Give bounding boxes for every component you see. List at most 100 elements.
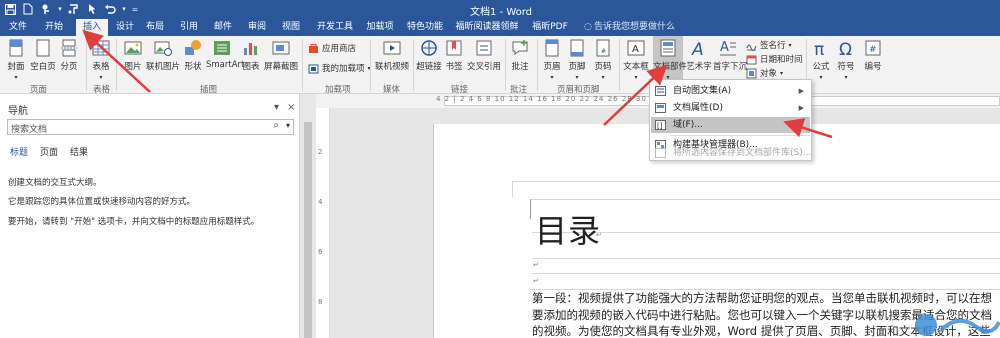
hyperlink-label: 超链接 [416,62,442,72]
online-pictures-button[interactable]: 联机图片 [146,38,180,72]
ribbon-separator [413,39,414,91]
footer-label: 页脚 [568,62,586,72]
tab-review[interactable]: 审阅 [244,18,270,36]
wordart-button[interactable]: A 艺术字 [686,38,712,72]
header-button[interactable]: 页眉 ▾ [541,38,563,82]
tab-design[interactable]: 设计 [112,18,138,36]
object-label: 对象 [760,69,778,79]
menu-item-autotext[interactable]: 自动图文集(A) ▶ [651,83,810,99]
tab-view[interactable]: 视图 [278,18,304,36]
cover-page-button[interactable]: 封面 ▾ [4,38,28,82]
calendar-icon [746,55,757,64]
bookmark-label: 书签 [445,62,463,72]
nav-tab-results[interactable]: 结果 [70,145,88,158]
ribbon-tabs: 文件 开始 插入 设计 布局 引用 邮件 审阅 视图 开发工具 加载项 特色功能… [0,18,1000,50]
nav-tab-pages[interactable]: 页面 [40,145,58,158]
object-button[interactable]: 对象 ▾ [746,67,783,79]
symbol-label: 符号 [837,62,855,72]
grid-line [532,258,1000,259]
tab-foxit-reader[interactable]: 福昕阅读器领鲜版 [452,18,522,50]
nav-search-input[interactable]: 搜索文档 ⌕ ▾ [7,119,294,135]
quick-parts-label: 文档部件 [653,62,688,72]
svg-text:#: # [869,45,877,55]
scrollbar-thumb[interactable] [304,122,312,338]
save-selection-label: 将所选内容保存到文档部件库(S)... [673,148,812,158]
body-line: 第一段：视频提供了功能强大的方法帮助您证明您的观点。当您单击联机视频时，可以在想 [532,291,992,305]
screenshot-button[interactable]: 屏幕截图 [264,38,298,72]
tab-insert[interactable]: 插入 [76,19,108,36]
cross-reference-button[interactable]: 交叉引用 [466,38,502,72]
nav-pane-scrollbar[interactable] [300,94,316,338]
pictures-button[interactable]: 图片 [122,38,144,72]
online-pictures-label: 联机图片 [146,62,181,72]
touch-mode-icon[interactable] [38,1,54,17]
footer-button[interactable]: 页脚 ▾ [566,38,588,82]
shapes-label: 形状 [184,62,202,72]
quick-parts-button[interactable]: 文档部件 ▾ [653,36,687,82]
number-icon: # [865,40,881,56]
online-video-label: 联机视频 [374,62,409,72]
chart-button[interactable]: 图表 [240,38,262,72]
save-icon[interactable] [2,1,18,17]
signature-line-button[interactable]: 签名行 ▾ [746,39,792,51]
nav-hint-text: 要开始，请转到 "开始" 选项卡，并向文档中的标题应用标题样式。 [8,217,260,227]
search-options-icon[interactable]: ▾ [286,121,290,130]
new-document-icon[interactable] [20,1,36,17]
undo-dropdown-icon[interactable]: ▾ [120,1,128,17]
svg-text:A: A [691,40,704,58]
format-painter-icon[interactable] [66,1,82,17]
nav-options-icon[interactable]: ▾ [274,102,279,113]
quick-parts-menu: 自动图文集(A) ▶ 文档属性(D) ▶ [] 域(F)... 构建基块管理器(… [649,79,812,161]
online-video-button[interactable]: 联机视频 [374,38,410,72]
shapes-button[interactable]: 形状 [182,38,204,72]
search-icon[interactable]: ⌕ [273,120,279,131]
touch-pointer-icon[interactable] [84,1,100,17]
paragraph-mark: ↵ [596,231,602,239]
page-break-button[interactable]: 分页 [58,38,80,72]
dropcap-button[interactable]: A 首字下沉 [713,38,747,72]
tab-layout[interactable]: 布局 [142,18,168,36]
signature-icon [746,44,757,51]
smartart-button[interactable]: SmartArt [206,38,244,70]
document-heading[interactable]: 目录 [535,206,601,252]
tab-foxit-pdf[interactable]: 福昕PDF [528,18,572,36]
qat-dropdown-icon[interactable]: ▾ [56,1,64,17]
number-button[interactable]: # 编号 [862,38,884,72]
footer-icon [570,39,584,57]
hyperlink-button[interactable]: 超链接 [416,38,442,72]
bookmark-button[interactable]: 书签 [444,38,464,72]
tab-addins[interactable]: 加载项 [362,18,398,36]
tab-home[interactable]: 开始 [40,18,68,36]
close-icon[interactable]: × [287,102,295,113]
equation-label: 公式 [812,62,830,72]
comment-button[interactable]: 批注 [508,38,532,72]
document-property-icon [655,103,666,113]
tab-mailings[interactable]: 邮件 [210,18,236,36]
page-number-button[interactable]: # 页码 ▾ [592,38,614,82]
tell-me-box[interactable]: ◌ 告诉我您想要做什么 [584,18,675,36]
undo-icon[interactable] [102,1,118,17]
tab-file[interactable]: 文件 [4,18,32,36]
grid-line [532,273,1000,274]
equation-button[interactable]: π 公式 ▾ [810,38,832,82]
date-time-button[interactable]: 日期和时间 [746,53,803,65]
customize-qat-icon[interactable]: = [130,1,140,17]
window-title: 文档1 - Word [470,7,533,18]
blank-page-button[interactable]: 空白页 [30,38,56,72]
textbox-button[interactable]: A 文本框 ▾ [623,38,649,82]
tab-developer[interactable]: 开发工具 [312,18,358,36]
symbol-button[interactable]: Ω 符号 ▾ [834,38,858,82]
tab-special[interactable]: 特色功能 [402,18,448,36]
nav-tab-headings[interactable]: 标题 [10,145,28,158]
table-button[interactable]: 表格 ▾ [90,38,112,82]
store-button[interactable]: 应用商店 [308,42,356,54]
menu-item-field[interactable]: [] 域(F)... [651,117,810,133]
vertical-ruler[interactable]: 2 4 6 8 [316,108,330,338]
menu-item-document-property[interactable]: 文档属性(D) ▶ [651,100,810,116]
tab-references[interactable]: 引用 [176,18,202,36]
date-time-label: 日期和时间 [760,55,803,65]
svg-text:π: π [814,40,824,58]
page-header-line [512,181,1000,182]
ribbon-separator [86,39,87,91]
my-addins-button[interactable]: 我的加载项▾ [308,62,371,74]
